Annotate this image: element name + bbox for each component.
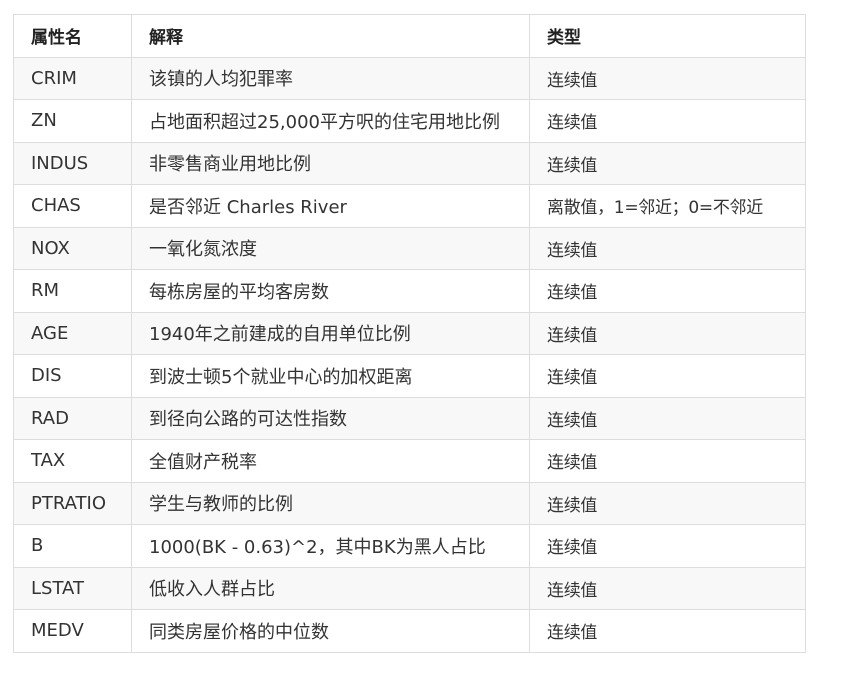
cell-attribute-name: INDUS xyxy=(13,141,132,185)
cell-attribute-name: TAX xyxy=(13,439,132,483)
cell-attribute-name: MEDV xyxy=(13,609,132,653)
cell-type: 离散值，1=邻近；0=不邻近 xyxy=(529,184,806,228)
table-row: DIS 到波士顿5个就业中心的加权距离 连续值 xyxy=(13,354,806,398)
cell-attribute-name: NOX xyxy=(13,226,132,270)
cell-attribute-name: ZN xyxy=(13,99,132,143)
cell-attribute-name: B xyxy=(13,524,132,568)
cell-attribute-name: DIS xyxy=(13,354,132,398)
table-row: RAD 到径向公路的可达性指数 连续值 xyxy=(13,396,806,440)
cell-explanation: 该镇的人均犯罪率 xyxy=(131,56,530,100)
table-row: LSTAT 低收入人群占比 连续值 xyxy=(13,566,806,610)
cell-type: 连续值 xyxy=(529,524,806,568)
cell-attribute-name: LSTAT xyxy=(13,566,132,610)
header-row: 属性名 解释 类型 xyxy=(13,14,806,58)
cell-explanation: 一氧化氮浓度 xyxy=(131,226,530,270)
cell-attribute-name: CRIM xyxy=(13,56,132,100)
cell-explanation: 1940年之前建成的自用单位比例 xyxy=(131,311,530,355)
cell-type: 连续值 xyxy=(529,566,806,610)
cell-explanation: 是否邻近 Charles River xyxy=(131,184,530,228)
cell-explanation: 每栋房屋的平均客房数 xyxy=(131,269,530,313)
cell-attribute-name: RM xyxy=(13,269,132,313)
table-row: TAX 全值财产税率 连续值 xyxy=(13,439,806,483)
cell-explanation: 学生与教师的比例 xyxy=(131,481,530,525)
cell-explanation: 全值财产税率 xyxy=(131,439,530,483)
cell-type: 连续值 xyxy=(529,56,806,100)
cell-type: 连续值 xyxy=(529,481,806,525)
cell-explanation: 低收入人群占比 xyxy=(131,566,530,610)
cell-explanation: 占地面积超过25,000平方呎的住宅用地比例 xyxy=(131,99,530,143)
cell-type: 连续值 xyxy=(529,99,806,143)
table-row: RM 每栋房屋的平均客房数 连续值 xyxy=(13,269,806,313)
table-row: PTRATIO 学生与教师的比例 连续值 xyxy=(13,481,806,525)
cell-attribute-name: PTRATIO xyxy=(13,481,132,525)
table-header: 属性名 解释 类型 xyxy=(13,14,806,58)
cell-type: 连续值 xyxy=(529,354,806,398)
cell-attribute-name: AGE xyxy=(13,311,132,355)
cell-explanation: 同类房屋价格的中位数 xyxy=(131,609,530,653)
attribute-table-container: 属性名 解释 类型 CRIM 该镇的人均犯罪率 连续值 ZN 占地面积超过25,… xyxy=(13,14,806,653)
cell-type: 连续值 xyxy=(529,609,806,653)
cell-type: 连续值 xyxy=(529,269,806,313)
attribute-table: 属性名 解释 类型 CRIM 该镇的人均犯罪率 连续值 ZN 占地面积超过25,… xyxy=(13,14,806,653)
table-row: ZN 占地面积超过25,000平方呎的住宅用地比例 连续值 xyxy=(13,99,806,143)
table-row: NOX 一氧化氮浓度 连续值 xyxy=(13,226,806,270)
cell-explanation: 到径向公路的可达性指数 xyxy=(131,396,530,440)
cell-explanation: 1000(BK - 0.63)^2，其中BK为黑人占比 xyxy=(131,524,530,568)
header-type: 类型 xyxy=(529,14,806,58)
cell-type: 连续值 xyxy=(529,141,806,185)
cell-explanation: 非零售商业用地比例 xyxy=(131,141,530,185)
cell-type: 连续值 xyxy=(529,226,806,270)
table-row: INDUS 非零售商业用地比例 连续值 xyxy=(13,141,806,185)
table-row: MEDV 同类房屋价格的中位数 连续值 xyxy=(13,609,806,653)
cell-type: 连续值 xyxy=(529,439,806,483)
header-explanation: 解释 xyxy=(131,14,530,58)
cell-attribute-name: CHAS xyxy=(13,184,132,228)
cell-explanation: 到波士顿5个就业中心的加权距离 xyxy=(131,354,530,398)
table-body: CRIM 该镇的人均犯罪率 连续值 ZN 占地面积超过25,000平方呎的住宅用… xyxy=(13,56,806,653)
table-row: AGE 1940年之前建成的自用单位比例 连续值 xyxy=(13,311,806,355)
header-attribute-name: 属性名 xyxy=(13,14,132,58)
cell-type: 连续值 xyxy=(529,311,806,355)
table-row: B 1000(BK - 0.63)^2，其中BK为黑人占比 连续值 xyxy=(13,524,806,568)
table-row: CHAS 是否邻近 Charles River 离散值，1=邻近；0=不邻近 xyxy=(13,184,806,228)
table-row: CRIM 该镇的人均犯罪率 连续值 xyxy=(13,56,806,100)
cell-attribute-name: RAD xyxy=(13,396,132,440)
cell-type: 连续值 xyxy=(529,396,806,440)
